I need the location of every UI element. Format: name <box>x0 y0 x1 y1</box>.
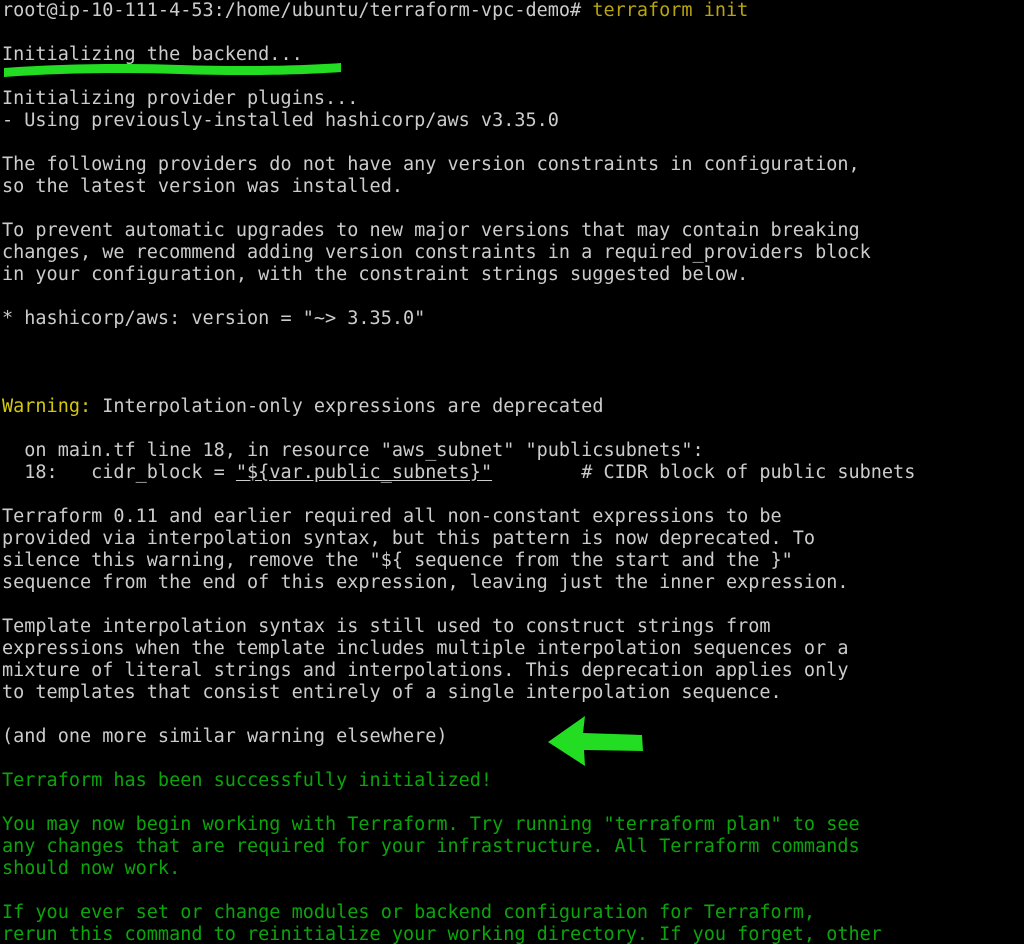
shell-prompt: root@ip-10-111-4-53:/home/ubuntu/terrafo… <box>2 0 582 21</box>
terminal-line-reinit-note-2: rerun this command to reinitialize your … <box>2 924 1024 944</box>
terminal-line-template-4: to templates that consist entirely of a … <box>2 682 1024 704</box>
terminal-line-warning-source: 18: cidr_block = "${var.public_subnets}"… <box>2 462 1024 484</box>
terminal-line-reinit-note-1: If you ever set or change modules or bac… <box>2 902 1024 924</box>
line-comment: # CIDR block of public subnets <box>492 462 916 483</box>
line-text: Initializing provider plugins... <box>2 88 359 109</box>
line-text: silence this warning, remove the "${ seq… <box>2 550 793 571</box>
line-text: Terraform 0.11 and earlier required all … <box>2 506 782 527</box>
terminal-line-latest-installed: so the latest version was installed. <box>2 176 1024 198</box>
terminal-line-warning-header: Warning: Interpolation-only expressions … <box>2 396 1024 418</box>
line-text: If you ever set or change modules or bac… <box>2 902 816 923</box>
terminal-line-one-more-warning: (and one more similar warning elsewhere) <box>2 726 1024 748</box>
terminal-line-next-steps-1: You may now begin working with Terraform… <box>2 814 1024 836</box>
line-text: mixture of literal strings and interpola… <box>2 660 849 681</box>
line-text: You may now begin working with Terraform… <box>2 814 860 835</box>
line-text: changes, we recommend adding version con… <box>2 242 871 263</box>
line-text: - Using previously-installed hashicorp/a… <box>2 110 559 131</box>
line-text: * hashicorp/aws: version = "~> 3.35.0" <box>2 308 426 329</box>
warning-text: Interpolation-only expressions are depre… <box>91 396 604 417</box>
terminal-line-success-message: Terraform has been successfully initiali… <box>2 770 1024 792</box>
line-text: provided via interpolation syntax, but t… <box>2 528 816 549</box>
typed-command: terraform init <box>581 0 749 21</box>
terminal-window[interactable]: root@ip-10-111-4-53:/home/ubuntu/terrafo… <box>0 0 1024 944</box>
line-text: to templates that consist entirely of a … <box>2 682 782 703</box>
terminal-line-tf011-4: sequence from the end of this expression… <box>2 572 1024 594</box>
line-text: so the latest version was installed. <box>2 176 403 197</box>
warning-label: Warning: <box>2 396 92 417</box>
line-prefix: 18: cidr_block = <box>2 462 236 483</box>
terminal-line-tf011-1: Terraform 0.11 and earlier required all … <box>2 506 1024 528</box>
line-text: rerun this command to reinitialize your … <box>2 924 882 944</box>
terminal-line-prevent-upgrades: To prevent automatic upgrades to new maj… <box>2 220 1024 242</box>
line-text: on main.tf line 18, in resource "aws_sub… <box>2 440 704 461</box>
terminal-line-template-1: Template interpolation syntax is still u… <box>2 616 1024 638</box>
terminal-line-initializing-backend: Initializing the backend... <box>2 44 1024 66</box>
line-text: should now work. <box>2 858 181 879</box>
terminal-output: root@ip-10-111-4-53:/home/ubuntu/terrafo… <box>0 0 1024 944</box>
line-text: in your configuration, with the constrai… <box>2 264 749 285</box>
line-text: (and one more similar warning elsewhere) <box>2 726 448 747</box>
line-text: To prevent automatic upgrades to new maj… <box>2 220 860 241</box>
terminal-line-warning-location: on main.tf line 18, in resource "aws_sub… <box>2 440 1024 462</box>
line-text: Initializing the backend... <box>2 44 303 65</box>
terminal-line-initializing-plugins: Initializing provider plugins... <box>2 88 1024 110</box>
line-text: expressions when the template includes m… <box>2 638 849 659</box>
line-text: Template interpolation syntax is still u… <box>2 616 771 637</box>
terminal-line-template-3: mixture of literal strings and interpola… <box>2 660 1024 682</box>
terminal-line-tf011-2: provided via interpolation syntax, but t… <box>2 528 1024 550</box>
terminal-line-next-steps-2: any changes that are required for your i… <box>2 836 1024 858</box>
terminal-line-recommend-constraints: changes, we recommend adding version con… <box>2 242 1024 264</box>
terminal-line-tf011-3: silence this warning, remove the "${ seq… <box>2 550 1024 572</box>
line-text: any changes that are required for your i… <box>2 836 860 857</box>
terminal-line-constraint-strings: in your configuration, with the constrai… <box>2 264 1024 286</box>
terminal-line-next-steps-3: should now work. <box>2 858 1024 880</box>
terminal-line-template-2: expressions when the template includes m… <box>2 638 1024 660</box>
line-text: The following providers do not have any … <box>2 154 860 175</box>
terminal-line-prompt-command: root@ip-10-111-4-53:/home/ubuntu/terrafo… <box>2 0 1024 22</box>
terminal-line-providers-no-constraints: The following providers do not have any … <box>2 154 1024 176</box>
line-text: sequence from the end of this expression… <box>2 572 849 593</box>
terminal-line-using-provider: - Using previously-installed hashicorp/a… <box>2 110 1024 132</box>
interpolation-expression: "${var.public_subnets}" <box>235 462 493 483</box>
terminal-line-version-suggestion: * hashicorp/aws: version = "~> 3.35.0" <box>2 308 1024 330</box>
line-text: Terraform has been successfully initiali… <box>2 770 493 791</box>
